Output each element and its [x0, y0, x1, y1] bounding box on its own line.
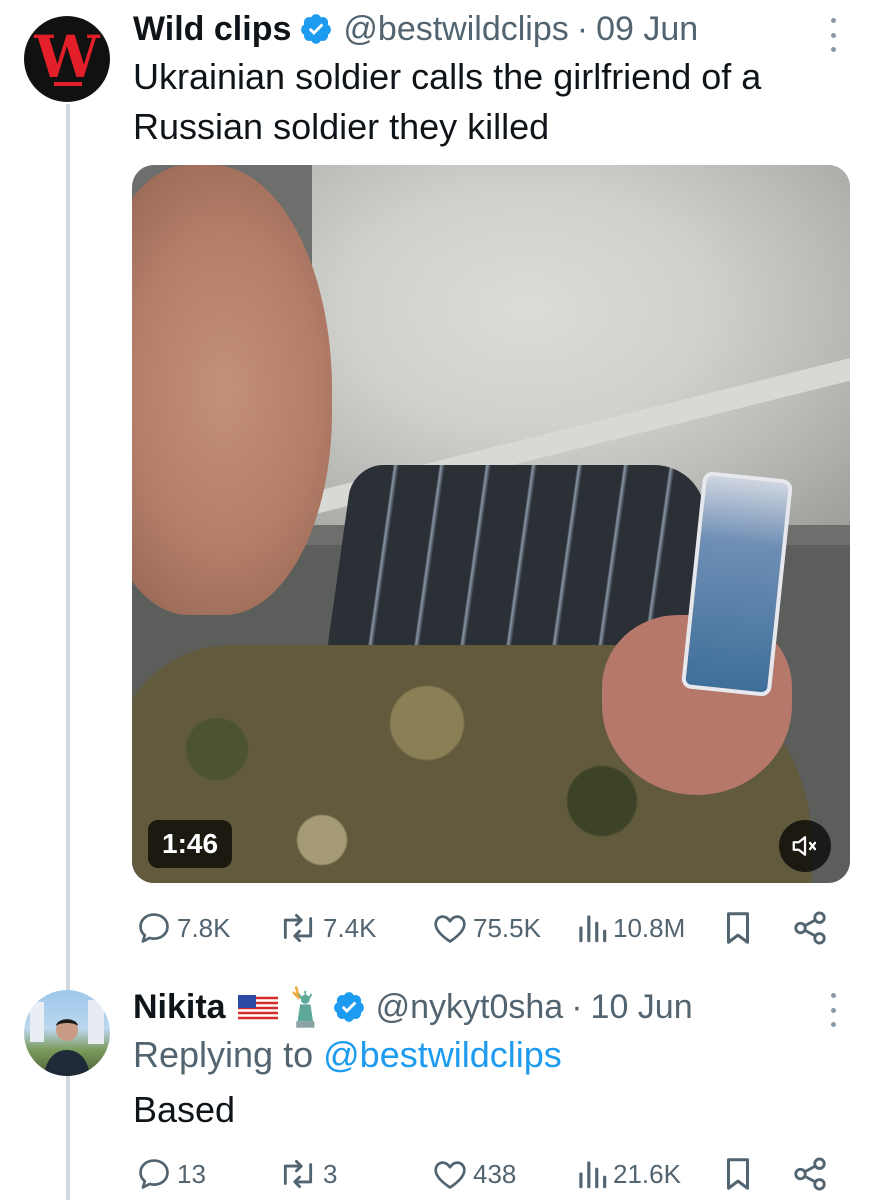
- tweet-text-line: Russian soldier they killed: [133, 106, 550, 147]
- like-count: 75.5K: [473, 912, 541, 943]
- bookmark-button[interactable]: [721, 1154, 755, 1194]
- tweet-text: Ukrainian soldier calls the girlfriend o…: [133, 52, 761, 152]
- repost-count: 3: [323, 1158, 338, 1189]
- views-icon: [579, 1161, 607, 1189]
- video-frame-soldier-head: [132, 165, 332, 615]
- views-button[interactable]: 21.6K: [575, 1154, 681, 1194]
- bookmark-icon: [726, 1158, 750, 1190]
- share-icon: [794, 1157, 826, 1191]
- tweet-text-line: Ukrainian soldier calls the girlfriend o…: [133, 56, 762, 97]
- like-count: 438: [473, 1158, 517, 1189]
- author-name[interactable]: Wild clips: [133, 10, 291, 49]
- bookmark-button[interactable]: [721, 908, 755, 948]
- speaker-muted-icon: [792, 836, 817, 856]
- avatar-logo-underline: [54, 82, 82, 86]
- video-duration-badge: 1:46: [148, 820, 233, 868]
- repost-icon: [283, 1159, 313, 1189]
- reply-button[interactable]: 13: [135, 1154, 206, 1194]
- reply-author-name[interactable]: Nikita: [133, 988, 226, 1027]
- more-options-icon[interactable]: [828, 18, 838, 52]
- views-count: 21.6K: [613, 1158, 681, 1189]
- verified-badge-icon: [301, 14, 332, 44]
- share-button[interactable]: [791, 908, 829, 948]
- replying-to-line: Replying to @bestwildclips: [133, 1030, 562, 1080]
- reply-text: Based: [133, 1089, 236, 1130]
- mute-button[interactable]: [779, 820, 831, 872]
- reply-count: 13: [177, 1158, 206, 1189]
- video-player[interactable]: 1:46: [132, 165, 850, 883]
- views-button[interactable]: 10.8M: [575, 908, 685, 948]
- reply-count: 7.8K: [177, 912, 231, 943]
- repost-button[interactable]: 7.4K: [277, 908, 377, 948]
- replying-to-label: Replying to: [133, 1034, 314, 1075]
- share-button[interactable]: [791, 1154, 829, 1194]
- verified-badge-icon: [333, 992, 364, 1022]
- share-icon: [794, 911, 826, 945]
- reply-date[interactable]: 10 Jun: [591, 988, 693, 1027]
- author-handle[interactable]: @bestwildclips: [343, 10, 568, 49]
- like-button[interactable]: 438: [431, 1154, 516, 1194]
- reply-action-bar: 13 3 438 21.6K: [135, 1154, 835, 1194]
- reply-button[interactable]: 7.8K: [135, 908, 231, 948]
- replying-to-mention[interactable]: @bestwildclips: [323, 1034, 562, 1075]
- repost-count: 7.4K: [323, 912, 377, 943]
- more-options-icon[interactable]: [828, 993, 838, 1027]
- statue-of-liberty-icon: [291, 986, 314, 1028]
- views-count: 10.8M: [613, 912, 686, 943]
- repost-button[interactable]: 3: [277, 1154, 337, 1194]
- reply-icon: [139, 1159, 169, 1189]
- tweet-header: Wild clips @bestwildclips · 09 Jun: [133, 6, 698, 52]
- repost-icon: [283, 913, 313, 943]
- header-separator: ·: [576, 9, 589, 48]
- tweet-action-bar: 7.8K 7.4K 75.5K 10.8M: [135, 908, 835, 948]
- heart-icon: [434, 1161, 466, 1189]
- reply-header: Nikita @nykyt0sha · 10 Jun: [133, 984, 693, 1030]
- views-icon: [579, 915, 607, 943]
- tweet-date[interactable]: 09 Jun: [596, 10, 698, 49]
- avatar-photo: [30, 1000, 104, 1076]
- header-separator: ·: [571, 987, 583, 1026]
- bookmark-icon: [726, 912, 750, 944]
- reply-author-avatar[interactable]: [24, 990, 110, 1076]
- us-flag-icon: [237, 995, 278, 1020]
- like-button[interactable]: 75.5K: [431, 908, 541, 948]
- heart-icon: [434, 915, 466, 943]
- avatar-logo-letter: W: [34, 23, 100, 91]
- thread: W Wild clips @bestwildclips · 09 Jun Ukr…: [0, 0, 876, 1200]
- reply-icon: [139, 913, 169, 943]
- reply-author-handle[interactable]: @nykyt0sha: [376, 988, 564, 1027]
- author-avatar[interactable]: W: [24, 16, 110, 102]
